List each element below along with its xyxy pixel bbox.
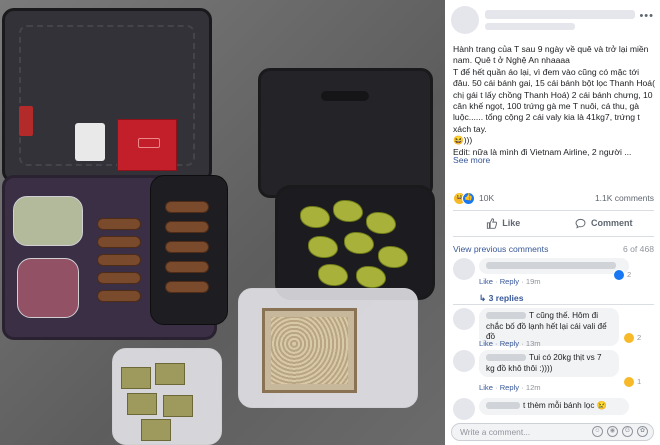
comment-reply-link[interactable]: Reply [500,339,519,348]
leaf-cake-bag [112,348,222,445]
commenter-avatar[interactable] [453,398,475,420]
more-options-icon[interactable]: ••• [639,10,654,22]
comment-like-reaction-icon[interactable] [613,269,625,281]
comment-bubble: Tui có 20kg thịt vs 7 kg đồ khô thôi :))… [479,350,619,377]
comments-header: View previous comments 6 of 468 [453,244,654,256]
comment-reply-link[interactable]: Reply [500,383,519,392]
black-bag [150,175,228,325]
action-bar: Like Comment [453,212,654,234]
commenter-avatar[interactable] [453,350,475,372]
like-icon [487,217,498,229]
comment-like-link[interactable]: Like [479,383,493,392]
comment-count[interactable]: 1.1K comments [595,193,654,203]
cake-roll [97,290,141,302]
commenter-name-redacted[interactable] [486,312,526,320]
see-more-link[interactable]: See more [453,155,490,165]
comment-meta: Like · Reply · 12m [479,383,541,392]
comment-bubble: t thèm mỗi bánh lọc 😢 [479,398,629,415]
author-name-redacted[interactable] [485,10,635,19]
comment-bubble [479,258,629,274]
like-button[interactable]: Like [453,212,554,234]
comment-time: 13m [525,339,541,348]
gif-icon[interactable]: G [622,426,633,437]
comment-haha-reaction-icon[interactable] [623,376,635,388]
comment-item: Tui có 20kg thịt vs 7 kg đồ khô thôi :))… [453,350,654,392]
commenter-name-redacted[interactable] [486,262,616,270]
comment-reply-link[interactable]: Reply [500,277,519,286]
comment-meta: Like · Reply · 19m [479,277,541,286]
comment-reaction-count: 2 [627,270,632,279]
cake-roll [97,254,141,266]
camera-icon[interactable]: ◉ [607,426,618,437]
comment-time: 12m [525,383,541,392]
comment-like-link[interactable]: Like [479,339,493,348]
commenter-avatar[interactable] [453,258,475,280]
comment-time: 19m [525,277,541,286]
composer-icons: ☺ ◉ G ✿ [592,426,648,437]
comment-button[interactable]: Comment [554,212,655,234]
reaction-count[interactable]: 10K [479,193,494,203]
write-comment-placeholder: Write a comment... [460,427,531,437]
red-box [117,119,177,171]
reaction-summary[interactable]: 😆 👍 10K 1.1K comments [453,192,654,206]
like-reaction-icon: 👍 [462,192,475,205]
suitcase-tag [19,106,33,136]
egg-box [262,308,357,393]
post-caption: Hành trang của T sau 9 ngày về quê và tr… [453,44,655,157]
black-suitcase-lid [258,68,433,198]
emoji-icon[interactable]: ☺ [592,426,603,437]
cake-roll [97,272,141,284]
commenter-avatar[interactable] [453,308,475,330]
commenter-name-redacted[interactable] [486,354,526,362]
view-previous-comments-link[interactable]: View previous comments [453,244,548,254]
comment-item: 2 Like · Reply · 19m ↳ 3 replies [453,258,654,306]
write-comment-input[interactable]: Write a comment... ☺ ◉ G ✿ [451,423,654,441]
comment-reaction-count: 1 [637,377,642,386]
divider [453,304,654,305]
cake-roll [97,236,141,248]
cake-roll [97,218,141,230]
post-header: ••• [451,6,654,38]
post-side-panel: ••• Hành trang của T sau 9 ngày về quê v… [445,0,660,445]
comment-label: Comment [590,218,633,228]
like-label: Like [502,218,521,228]
comment-item: T cũng thế. Hôm đi chắc bố đồ lạnh hết l… [453,308,654,348]
white-box [75,123,105,161]
comment-reaction-count: 2 [637,333,642,342]
comment-item: t thèm mỗi bánh lọc 😢 [453,398,654,420]
commenter-name-redacted[interactable] [486,402,520,410]
suitcase-lid [2,8,212,183]
post-time-redacted [485,23,575,30]
comment-page-count: 6 of 468 [622,244,654,254]
comment-meta: Like · Reply · 13m [479,339,541,348]
author-avatar[interactable] [451,6,479,34]
vegetable-bag [13,196,83,246]
view-replies-link[interactable]: ↳ 3 replies [479,293,523,304]
divider [453,210,654,211]
comment-haha-reaction-icon[interactable] [623,332,635,344]
comment-like-link[interactable]: Like [479,277,493,286]
post-photo[interactable] [0,0,445,445]
meat-bag [17,258,79,318]
comment-icon [575,218,586,229]
sticker-icon[interactable]: ✿ [637,426,648,437]
comment-text: t thèm mỗi bánh lọc 😢 [523,401,607,410]
divider [453,236,654,237]
black-suitcase-body [275,185,435,300]
